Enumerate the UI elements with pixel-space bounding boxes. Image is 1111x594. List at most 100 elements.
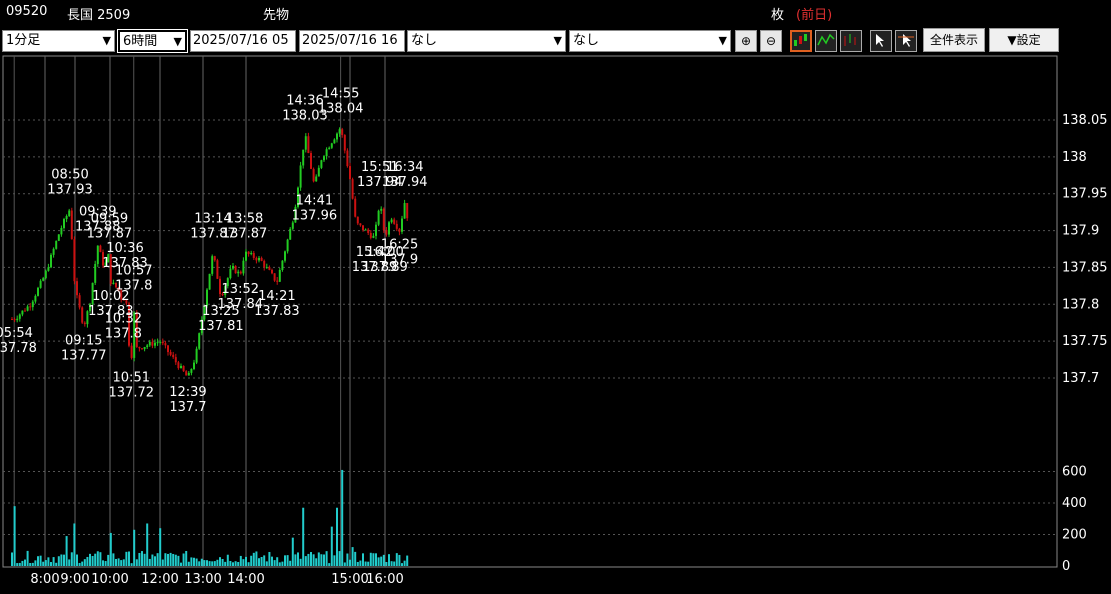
volume-bar xyxy=(297,552,299,566)
market-category: 先物 xyxy=(263,8,290,23)
volume-bar xyxy=(138,552,141,566)
cursor-tool-icon[interactable] xyxy=(870,30,892,52)
volume-bar xyxy=(73,523,76,566)
candle-up xyxy=(44,270,47,279)
annotation-line: 137.87 xyxy=(222,227,268,242)
price-annotation: 14:41 137.96 xyxy=(292,193,338,223)
annotation-line: 10:32 xyxy=(105,311,142,326)
interval-select[interactable]: 1分足 ▼ xyxy=(2,30,115,52)
volume-bar xyxy=(37,556,39,566)
volume-bar xyxy=(47,557,50,566)
candle-up xyxy=(229,268,232,279)
volume-bar xyxy=(112,553,115,566)
volume-bar xyxy=(68,559,71,566)
candle-down xyxy=(343,135,346,151)
annotation-line: 137.83 xyxy=(254,304,300,319)
annotation-line: 137.78 xyxy=(0,341,37,356)
price-annotation: 10:57 137.8 xyxy=(115,263,152,293)
price-chart[interactable]: 05:54137.7808:50137.9309:15137.7709:3913… xyxy=(0,54,1111,594)
volume-bar xyxy=(286,555,289,566)
candle-up xyxy=(146,345,149,347)
volume-bar xyxy=(125,551,128,566)
candle-up xyxy=(232,265,234,269)
candle-up xyxy=(47,267,50,271)
zoom-out-icon[interactable]: ⊖ xyxy=(760,30,782,52)
candle-up xyxy=(284,251,286,261)
to-date-input[interactable]: 2025/07/16 16 xyxy=(299,30,405,52)
candle-down xyxy=(161,341,164,344)
candle-up xyxy=(96,245,99,264)
volume-bar xyxy=(346,553,349,566)
zoom-in-icon[interactable]: ⊕ xyxy=(735,30,757,52)
candle-down xyxy=(252,253,255,258)
candle-down xyxy=(307,136,310,154)
volume-bar xyxy=(354,551,357,566)
price-tick-label: 137.8 xyxy=(1062,297,1099,312)
settings-button[interactable]: ▼設定 xyxy=(989,28,1059,52)
candle-down xyxy=(276,280,279,282)
volume-bar xyxy=(86,556,89,566)
toolbar: 1分足 ▼ 6時間 ▼ 2025/07/16 05 2025/07/16 16 なし… xyxy=(0,28,1111,54)
candle-down xyxy=(362,225,364,231)
bar-chart-icon[interactable] xyxy=(840,30,862,52)
volume-bar xyxy=(164,553,167,566)
candle-up xyxy=(375,224,377,236)
candle-down xyxy=(216,260,219,279)
candlestick-chart-icon[interactable] xyxy=(790,30,812,52)
chevron-down-icon: ▼ xyxy=(718,34,727,47)
price-annotation: 13:58 137.87 xyxy=(222,212,268,242)
prev-day-label: (前日) xyxy=(796,8,833,23)
volume-bar xyxy=(232,562,234,566)
volume-bar xyxy=(364,561,367,566)
candle-up xyxy=(242,260,245,274)
candle-down xyxy=(213,256,216,261)
volume-bar xyxy=(242,559,245,566)
span-select[interactable]: 6時間 ▼ xyxy=(117,29,188,53)
from-date-input[interactable]: 2025/07/16 05 xyxy=(190,30,296,52)
candle-down xyxy=(24,310,26,312)
volume-bar xyxy=(234,561,237,566)
volume-bar xyxy=(172,553,175,566)
candle-up xyxy=(364,229,367,231)
candle-up xyxy=(315,176,318,182)
volume-bar xyxy=(63,554,65,566)
candle-down xyxy=(369,232,372,238)
volume-bar xyxy=(130,563,133,566)
candle-down xyxy=(268,267,271,270)
volume-bar xyxy=(151,554,154,566)
line-chart-icon[interactable] xyxy=(815,30,837,52)
price-tick-label: 138.05 xyxy=(1062,113,1108,128)
indicator2-select[interactable]: なし ▼ xyxy=(569,30,731,52)
volume-bar xyxy=(302,507,305,566)
candle-down xyxy=(247,251,250,255)
volume-bar xyxy=(81,561,84,566)
volume-bar xyxy=(83,559,86,566)
candle-up xyxy=(338,129,341,134)
volume-bar xyxy=(107,554,110,566)
volume-bar xyxy=(31,562,34,566)
volume-bar xyxy=(161,559,164,566)
annotation-line: 13:58 xyxy=(226,212,263,227)
volume-bar xyxy=(50,562,52,566)
trend-tool-icon[interactable] xyxy=(895,30,917,52)
volume-bar xyxy=(185,550,188,566)
candle-down xyxy=(260,257,263,261)
candle-down xyxy=(273,273,276,281)
volume-bar xyxy=(224,561,227,566)
price-tick-label: 137.9 xyxy=(1062,224,1099,239)
price-annotation: 08:50 137.93 xyxy=(47,167,93,197)
volume-bar xyxy=(148,558,151,566)
volume-bar xyxy=(351,547,354,566)
indicator1-select[interactable]: なし ▼ xyxy=(407,30,566,52)
volume-bar xyxy=(380,556,383,566)
volume-bar xyxy=(310,552,312,566)
volume-bar xyxy=(260,557,263,566)
volume-bar xyxy=(281,561,284,566)
candle-up xyxy=(281,260,284,270)
show-all-button[interactable]: 全件表示 xyxy=(923,28,985,52)
volume-bar xyxy=(229,560,232,566)
volume-bar xyxy=(141,551,143,566)
candle-down xyxy=(76,281,78,296)
volume-bar xyxy=(336,507,338,566)
candle-up xyxy=(52,248,55,255)
